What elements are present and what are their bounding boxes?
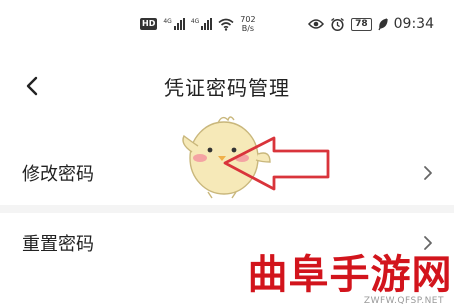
section-divider <box>0 205 454 213</box>
signal-label: 4G <box>190 18 200 25</box>
net-speed: 702 B/s <box>240 15 255 33</box>
net-speed-unit: B/s <box>241 24 255 33</box>
pointer-arrow-icon <box>223 136 330 191</box>
list-item-label: 修改密码 <box>22 164 94 185</box>
alarm-icon <box>331 17 345 31</box>
hd-icon: HD <box>140 18 158 30</box>
signal-icon: 4G <box>163 18 185 30</box>
status-left: HD 4G 4G 702 B/s <box>140 14 256 34</box>
clock: 09:34 <box>393 16 434 32</box>
net-speed-value: 702 <box>240 15 256 24</box>
leaf-icon <box>378 17 388 30</box>
chevron-right-icon <box>424 166 432 180</box>
battery-icon: 78 <box>351 17 372 31</box>
screen: HD 4G 4G 702 B/s 78 09:34 凭证密码管理 修改密码 重置… <box>0 0 454 308</box>
page-title: 凭证密码管理 <box>164 76 290 100</box>
wifi-icon <box>218 18 234 31</box>
status-bar: HD 4G 4G 702 B/s 78 09:34 <box>0 0 454 44</box>
status-right: 78 09:34 <box>308 14 434 34</box>
list-item-label: 重置密码 <box>22 234 94 255</box>
header: 凭证密码管理 <box>0 64 454 108</box>
eye-icon <box>308 19 325 29</box>
watermark: 曲阜手游网 ZWFW.QFSP.NET <box>246 246 454 308</box>
signal-label: 4G <box>163 18 172 25</box>
watermark-url: ZWFW.QFSP.NET <box>363 296 444 306</box>
signal-icon: 4G <box>190 18 213 30</box>
watermark-title: 曲阜手游网 <box>247 251 453 298</box>
